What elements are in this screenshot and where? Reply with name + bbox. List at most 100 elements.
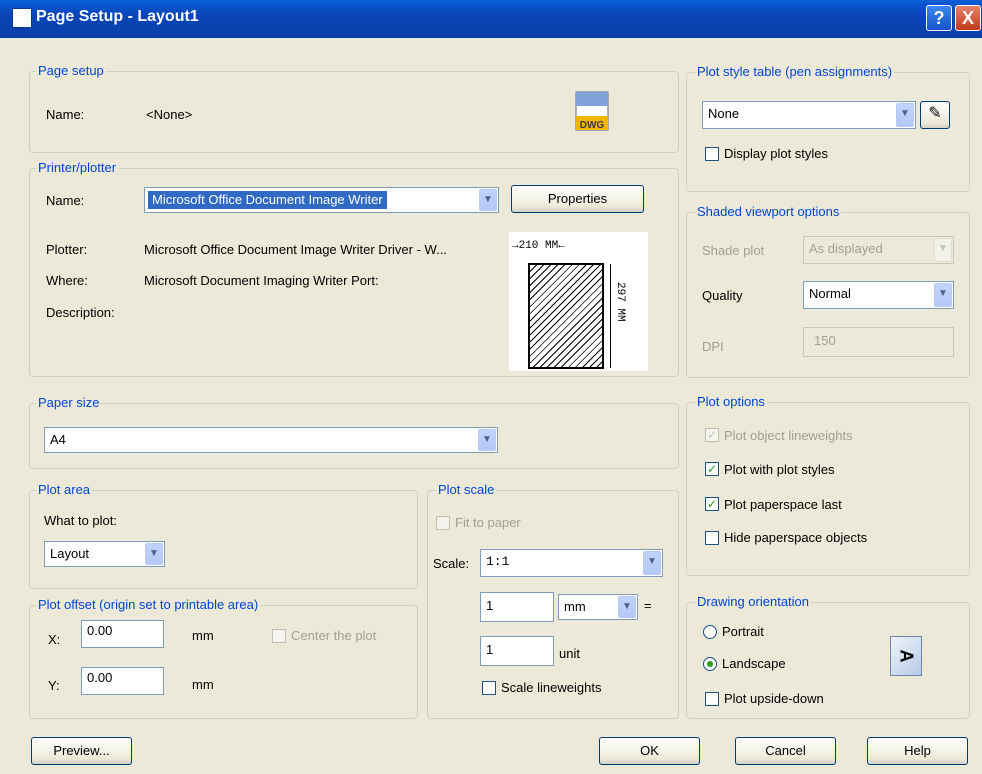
scale-denominator-input[interactable]: 1 (480, 636, 554, 666)
chevron-down-icon: ▼ (478, 429, 496, 451)
scale-unit-select[interactable]: mm ▼ (558, 594, 638, 620)
scale-lineweights-checkbox[interactable] (482, 681, 496, 695)
chevron-down-icon: ▼ (896, 103, 914, 127)
offset-y-input[interactable]: 0.00 (81, 667, 164, 695)
paperspace-last-checkbox[interactable]: ✓ (705, 497, 719, 511)
paper-size-select[interactable]: A4 ▼ (44, 427, 498, 453)
plot-scale-legend: Plot scale (436, 482, 497, 497)
portrait-label: Portrait (722, 624, 764, 639)
what-to-plot-select[interactable]: Layout ▼ (44, 541, 165, 567)
chevron-down-icon: ▼ (934, 238, 952, 262)
paper-width-value: 210 MM (518, 240, 559, 252)
center-plot-label: Center the plot (291, 628, 377, 643)
where-label: Where: (46, 273, 88, 288)
offset-y-unit: mm (192, 677, 214, 692)
svg-text:DWG: DWG (580, 120, 605, 131)
center-plot-checkbox[interactable] (272, 629, 286, 643)
landscape-radio[interactable] (703, 657, 717, 671)
orientation-legend: Drawing orientation (695, 594, 812, 609)
fit-to-paper-label: Fit to paper (455, 515, 521, 530)
printer-legend: Printer/plotter (36, 160, 119, 175)
display-plot-styles-label: Display plot styles (724, 146, 829, 161)
scale-unit-value: mm (564, 599, 586, 614)
paperspace-last-label: Plot paperspace last (724, 497, 842, 512)
plot-area-legend: Plot area (36, 482, 93, 497)
dpi-input[interactable]: 150 (803, 327, 954, 357)
plot-with-styles-label: Plot with plot styles (724, 462, 835, 477)
paper-size-value: A4 (50, 432, 66, 447)
chevron-down-icon: ▼ (934, 283, 952, 307)
shade-plot-select[interactable]: As displayed ▼ (803, 236, 954, 264)
plot-offset-legend: Plot offset (origin set to printable are… (36, 597, 261, 612)
help-title-button[interactable]: ? (926, 5, 952, 31)
printer-select-value: Microsoft Office Document Image Writer (148, 191, 387, 209)
cancel-button[interactable]: Cancel (735, 737, 836, 765)
equals-sign: = (644, 598, 652, 613)
properties-button[interactable]: Properties (511, 185, 644, 213)
printer-name-label: Name: (46, 193, 85, 208)
offset-x-label: X: (48, 632, 61, 647)
paper-preview-sheet (528, 263, 604, 369)
paper-size-legend: Paper size (36, 395, 102, 410)
upside-down-label: Plot upside-down (724, 691, 824, 706)
what-to-plot-label: What to plot: (44, 513, 117, 528)
landscape-label: Landscape (722, 656, 786, 671)
what-to-plot-value: Layout (50, 546, 90, 561)
page-setup-name-label: Name: (46, 107, 85, 122)
quality-value: Normal (809, 286, 851, 301)
paper-height-value: 297 MM (614, 282, 626, 322)
shaded-viewport-legend: Shaded viewport options (695, 204, 842, 219)
printer-select[interactable]: Microsoft Office Document Image Writer ▼ (144, 187, 499, 213)
description-label: Description: (46, 305, 115, 320)
chevron-down-icon: ▼ (145, 543, 163, 565)
preview-button[interactable]: Preview... (31, 737, 132, 765)
shade-plot-value: As displayed (809, 241, 883, 256)
app-icon (12, 8, 32, 28)
chevron-down-icon: ▼ (479, 189, 497, 211)
where-value: Microsoft Document Imaging Writer Port: (144, 273, 379, 288)
hide-paperspace-label: Hide paperspace objects (724, 530, 868, 545)
shade-plot-label: Shade plot (702, 243, 765, 258)
upside-down-checkbox[interactable] (705, 692, 719, 706)
hide-paperspace-checkbox[interactable] (705, 531, 719, 545)
plot-style-group (686, 72, 970, 192)
page-setup-name-value: <None> (146, 107, 193, 122)
plot-style-value: None (708, 106, 740, 121)
help-button[interactable]: Help (867, 737, 968, 765)
quality-select[interactable]: Normal ▼ (803, 281, 954, 309)
portrait-radio[interactable] (703, 625, 717, 639)
unit-label: unit (559, 646, 580, 661)
page-setup-legend: Page setup (36, 63, 106, 78)
plot-area-group (29, 490, 418, 589)
plot-style-select[interactable]: None ▼ (702, 101, 916, 129)
dwg-icon: DWG (572, 90, 612, 132)
quality-label: Quality (702, 288, 743, 303)
orientation-icon: A (890, 636, 922, 676)
plotter-label: Plotter: (46, 242, 88, 257)
scale-numerator-input[interactable]: 1 (480, 592, 554, 622)
scale-lineweights-label: Scale lineweights (501, 680, 602, 695)
plot-style-legend: Plot style table (pen assignments) (695, 64, 895, 79)
plotter-value: Microsoft Office Document Image Writer D… (144, 242, 447, 257)
ok-button[interactable]: OK (599, 737, 700, 765)
orientation-icon-glyph: A (896, 649, 916, 663)
offset-y-label: Y: (48, 678, 60, 693)
plot-lineweights-label: Plot object lineweights (724, 428, 853, 443)
scale-value: 1:1 (486, 554, 510, 569)
scale-select[interactable]: 1:1 ▼ (480, 549, 663, 577)
scale-label: Scale: (433, 556, 470, 571)
chevron-down-icon: ▼ (618, 596, 636, 618)
fit-to-paper-checkbox[interactable] (436, 516, 450, 530)
close-button[interactable]: X (955, 5, 981, 31)
offset-x-input[interactable]: 0.00 (81, 620, 164, 648)
dpi-label: DPI (702, 339, 724, 354)
offset-x-unit: mm (192, 628, 214, 643)
window-title: Page Setup - Layout1 (36, 8, 199, 25)
display-plot-styles-checkbox[interactable] (705, 147, 719, 161)
chevron-down-icon: ▼ (643, 551, 661, 575)
plot-options-legend: Plot options (695, 394, 767, 409)
plot-lineweights-checkbox[interactable]: ✓ (705, 428, 719, 442)
paper-width-label: →210 MM← (512, 240, 565, 252)
plot-with-styles-checkbox[interactable]: ✓ (705, 462, 719, 476)
edit-pen-icon[interactable]: ✎ (920, 101, 950, 129)
